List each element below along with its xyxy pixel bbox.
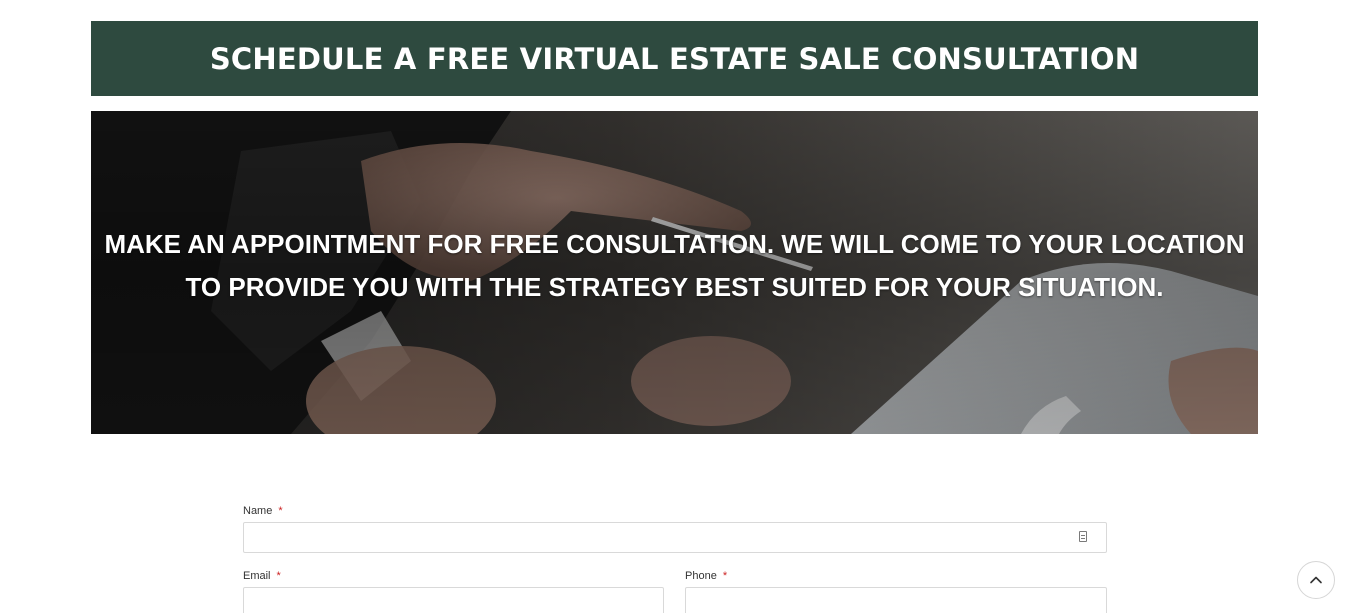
name-field-group: Name * (243, 505, 1107, 553)
scroll-to-top-button[interactable] (1297, 561, 1335, 599)
page: SCHEDULE A FREE VIRTUAL ESTATE SALE CONS… (0, 0, 1350, 613)
phone-label: Phone * (685, 570, 728, 582)
email-input[interactable] (243, 587, 664, 613)
required-indicator: * (722, 570, 728, 582)
email-label: Email * (243, 570, 281, 582)
required-indicator: * (276, 570, 281, 582)
title-banner: SCHEDULE A FREE VIRTUAL ESTATE SALE CONS… (91, 21, 1258, 96)
name-input[interactable] (243, 522, 1107, 553)
contact-card-icon[interactable] (1079, 531, 1087, 542)
hero-section: MAKE AN APPOINTMENT FOR FREE CONSULTATIO… (91, 111, 1258, 434)
hero-message-line-1: MAKE AN APPOINTMENT FOR FREE CONSULTATIO… (104, 229, 1245, 259)
name-label: Name * (243, 505, 283, 517)
required-indicator: * (278, 505, 283, 517)
email-field-group: Email * (243, 570, 664, 613)
hero-message-line-2: TO PROVIDE YOU WITH THE STRATEGY BEST SU… (185, 272, 1164, 302)
phone-input[interactable] (685, 587, 1107, 613)
chevron-up-icon (1310, 576, 1322, 584)
page-title: SCHEDULE A FREE VIRTUAL ESTATE SALE CONS… (209, 41, 1140, 76)
phone-field-group: Phone * (685, 570, 1107, 613)
hero-message: MAKE AN APPOINTMENT FOR FREE CONSULTATIO… (91, 223, 1258, 309)
